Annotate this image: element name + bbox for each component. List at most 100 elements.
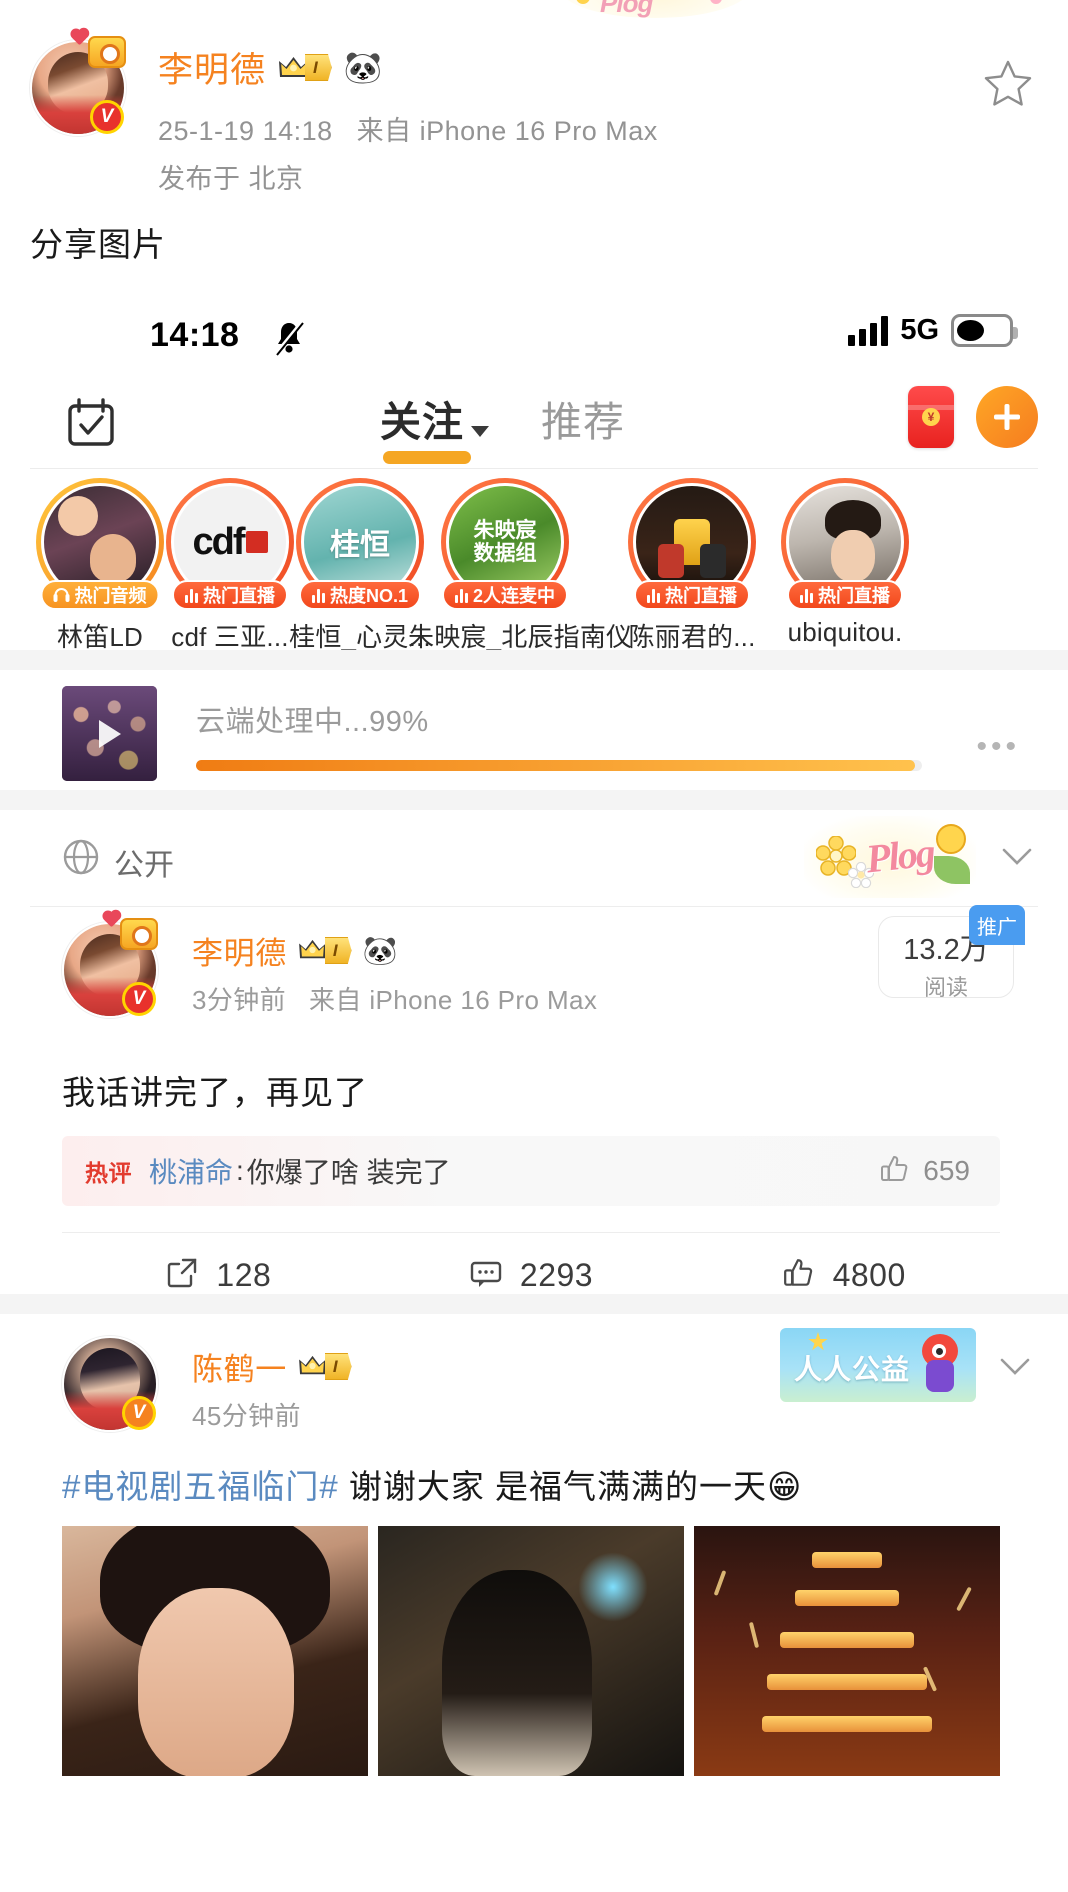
leaf-icon bbox=[934, 856, 970, 884]
upload-video-thumbnail[interactable] bbox=[62, 686, 157, 781]
live-stories-row[interactable]: 热门音频 林笛LD cdf 热门直播 cdf 三亚... 桂恒 热度NO.1 桂… bbox=[0, 478, 1068, 652]
globe-icon bbox=[62, 838, 100, 876]
story-badge: 2人连麦中 bbox=[441, 580, 569, 610]
battery-icon bbox=[951, 314, 1018, 347]
post-body-rest: 谢谢大家 是福气满满的一天😁 bbox=[338, 1468, 803, 1505]
embedded-screenshot-image[interactable]: 14:18 5G 关注 推荐 ¥ 热门音频 林笛LD cdf 热门直播 cdf … bbox=[0, 282, 1068, 1892]
post-visibility-row[interactable]: 公开 Plog bbox=[0, 810, 1068, 906]
live-bars-icon bbox=[454, 588, 468, 603]
post-image[interactable] bbox=[62, 1526, 368, 1776]
story-badge-label: 热门音频 bbox=[74, 586, 147, 606]
upload-progress-card[interactable]: 云端处理中...99% ••• bbox=[0, 672, 1068, 790]
play-icon bbox=[98, 719, 121, 748]
tab-active-underline bbox=[383, 451, 471, 464]
plog-sticker-badge[interactable]: Plog bbox=[804, 816, 976, 898]
avatar[interactable]: V bbox=[62, 911, 158, 1018]
section-gap bbox=[0, 790, 1068, 810]
vip-level-text: I bbox=[324, 1353, 352, 1380]
hot-comment-separator: : bbox=[236, 1155, 244, 1186]
panda-emoji-icon: 🐼 bbox=[362, 934, 398, 966]
verified-badge-icon: V bbox=[122, 982, 156, 1016]
post-timestamp: 25-1-19 14:18 bbox=[158, 116, 333, 146]
charity-campaign-badge[interactable]: 人人公益 bbox=[780, 1328, 976, 1402]
post-author-name[interactable]: 李明德 bbox=[192, 928, 287, 973]
avatar[interactable]: V bbox=[30, 29, 126, 136]
promotion-tag: 推广 bbox=[969, 905, 1025, 945]
read-count-label: 阅读 bbox=[923, 975, 968, 1000]
story-item[interactable]: 热门直播 ubiquitou. bbox=[740, 478, 950, 648]
network-type-label: 5G bbox=[900, 314, 939, 346]
story-name: ubiquitou. bbox=[787, 617, 903, 647]
story-badge: 热门音频 bbox=[40, 580, 160, 610]
status-bar-clock: 14:18 bbox=[150, 316, 240, 354]
crown-icon bbox=[298, 938, 329, 964]
panda-emoji-icon: 🐼 bbox=[343, 50, 383, 85]
read-count-badge[interactable]: 13.2万 阅读 推广 bbox=[878, 905, 1025, 1000]
repost-icon bbox=[165, 1256, 199, 1295]
comment-icon bbox=[469, 1256, 503, 1295]
tab-recommend[interactable]: 推荐 bbox=[541, 388, 625, 448]
post-source: 来自 iPhone 16 Pro Max bbox=[356, 116, 658, 146]
live-bars-icon bbox=[311, 588, 325, 603]
hot-comment-user[interactable]: 桃浦命 bbox=[149, 1151, 233, 1191]
vip-level-badge[interactable]: I bbox=[298, 1351, 352, 1382]
tab-following[interactable]: 关注 bbox=[380, 388, 489, 464]
calendar-check-icon[interactable] bbox=[62, 394, 120, 452]
hot-comment-text: 你爆了啥 装完了 bbox=[246, 1157, 451, 1188]
post-image[interactable] bbox=[694, 1526, 1000, 1776]
top-sticker-strip: Plog bbox=[0, 0, 1068, 18]
story-badge: 热度NO.1 bbox=[298, 580, 422, 610]
bell-slash-icon bbox=[272, 320, 306, 356]
smiley-icon bbox=[936, 824, 966, 854]
like-count: 4800 bbox=[832, 1256, 906, 1293]
plog-sticker-label: Plog bbox=[863, 829, 936, 882]
verified-badge-icon: V bbox=[122, 1396, 156, 1430]
hot-comment-tag: 热评 bbox=[85, 1161, 132, 1186]
hot-comment-like-count: 659 bbox=[923, 1155, 970, 1186]
post-image-grid[interactable] bbox=[62, 1526, 1000, 1776]
avatar[interactable]: V bbox=[62, 1336, 158, 1432]
avatar-decoration-icon bbox=[103, 911, 160, 958]
story-badge-label: 热门直播 bbox=[665, 586, 737, 606]
post-timestamp: 3分钟前 bbox=[192, 985, 287, 1015]
live-bars-icon bbox=[800, 588, 813, 603]
story-badge-label: 热度NO.1 bbox=[329, 586, 409, 606]
author-name[interactable]: 李明德 bbox=[158, 42, 266, 93]
feed-post-item[interactable]: V 李明德 I 🐼 3分钟前 来自 iPhone 16 Pro Max 13.2… bbox=[0, 905, 1068, 1295]
upload-progress-fill bbox=[196, 760, 915, 771]
vip-level-text: I bbox=[324, 937, 352, 964]
story-badge-label: 热门直播 bbox=[203, 586, 275, 606]
hot-comment-row[interactable]: 热评 桃浦命 : 你爆了啥 装完了 659 bbox=[62, 1136, 1000, 1206]
post-image[interactable] bbox=[378, 1526, 684, 1776]
red-packet-icon[interactable]: ¥ bbox=[908, 386, 954, 448]
chevron-down-icon[interactable] bbox=[1002, 848, 1032, 866]
nav-divider bbox=[30, 468, 1038, 469]
chevron-down-icon[interactable] bbox=[1000, 1358, 1030, 1376]
tab-following-label: 关注 bbox=[380, 399, 464, 445]
section-gap bbox=[0, 650, 1068, 670]
post-timestamp: 45分钟前 bbox=[192, 1401, 301, 1431]
hot-comment-like[interactable]: 659 bbox=[879, 1153, 970, 1190]
mascot-bird-icon bbox=[918, 1334, 962, 1394]
visibility-label: 公开 bbox=[114, 849, 174, 882]
story-badge-label: 热门直播 bbox=[818, 586, 890, 606]
vip-level-badge[interactable]: I bbox=[278, 52, 332, 83]
upload-progress-track bbox=[196, 760, 922, 771]
chevron-down-icon[interactable] bbox=[471, 426, 489, 438]
compose-plus-button[interactable] bbox=[976, 386, 1038, 448]
avatar-decoration-icon bbox=[71, 29, 128, 76]
post-author-name[interactable]: 陈鹤一 bbox=[192, 1344, 287, 1389]
hashtag-link[interactable]: #电视剧五福临门# bbox=[62, 1468, 339, 1505]
favorite-star-button[interactable] bbox=[982, 58, 1034, 110]
vip-level-badge[interactable]: I bbox=[298, 935, 352, 966]
headset-icon bbox=[53, 588, 70, 602]
weibo-post-detail-page: Plog V 李明德 I 🐼 25-1-19 14:18 来自 iPhone 1… bbox=[0, 0, 1068, 1892]
signal-bars-icon bbox=[848, 315, 889, 346]
story-item[interactable]: 朱映宸 数据组 2人连麦中 朱映宸_北辰指南仪 bbox=[408, 478, 632, 654]
ellipsis-icon[interactable]: ••• bbox=[976, 730, 1020, 764]
app-top-nav: 关注 推荐 ¥ bbox=[0, 378, 1068, 468]
crown-icon bbox=[278, 55, 309, 81]
partial-sticker-graphic: Plog bbox=[560, 0, 750, 18]
post-location: 发布于 北京 bbox=[158, 164, 304, 194]
tab-recommend-label: 推荐 bbox=[541, 399, 625, 445]
